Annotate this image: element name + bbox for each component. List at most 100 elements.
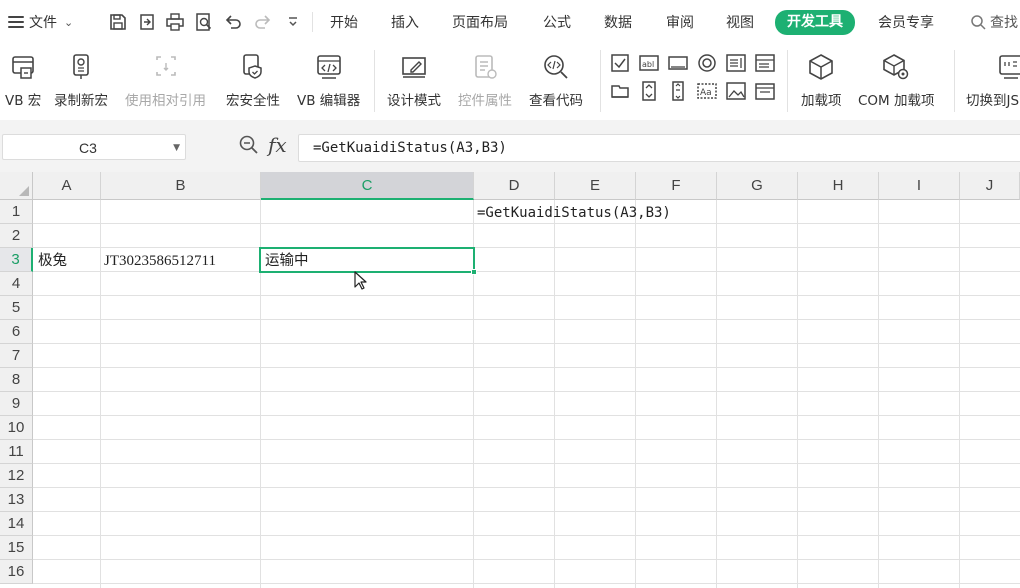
- caret-down-icon[interactable]: ▼: [173, 135, 180, 161]
- ribbon-divider: [374, 50, 375, 112]
- column-header-i[interactable]: I: [879, 172, 960, 200]
- gridline: [100, 200, 101, 588]
- column-header-c[interactable]: C: [261, 172, 474, 200]
- option-button-control-icon[interactable]: [696, 52, 718, 74]
- cell-d1[interactable]: =GetKuaidiStatus(A3,B3): [477, 201, 671, 225]
- print-icon[interactable]: [164, 11, 186, 33]
- com-addins-button[interactable]: COM 加载项: [858, 50, 935, 109]
- redo-icon[interactable]: [252, 11, 274, 33]
- row-header-12[interactable]: 12: [0, 464, 33, 488]
- tab-developer[interactable]: 开发工具: [775, 10, 855, 35]
- row-header-14[interactable]: 14: [0, 512, 33, 536]
- gridline: [33, 511, 1020, 512]
- tab-insert[interactable]: 插入: [391, 12, 419, 34]
- macro-security-button[interactable]: 宏安全性: [226, 50, 280, 109]
- spin-button-control-icon[interactable]: [638, 80, 660, 102]
- gridline: [959, 200, 960, 588]
- column-header-b[interactable]: B: [101, 172, 261, 200]
- macro-security-label: 宏安全性: [226, 93, 280, 109]
- search-box[interactable]: 查找: [970, 12, 1018, 32]
- switch-js-button[interactable]: 切换到JS: [966, 50, 1020, 109]
- row-header-13[interactable]: 13: [0, 488, 33, 512]
- tab-data[interactable]: 数据: [604, 12, 632, 34]
- vb-macro-button[interactable]: VB 宏: [5, 50, 41, 109]
- row-header-11[interactable]: 11: [0, 440, 33, 464]
- formula-input-value: =GetKuaidiStatus(A3,B3): [313, 140, 507, 156]
- file-menu[interactable]: 文件 ⌄: [8, 10, 73, 34]
- combobox-control-icon[interactable]: [754, 52, 776, 74]
- zoom-icon[interactable]: [238, 134, 260, 156]
- print-preview-icon[interactable]: [193, 11, 215, 33]
- cell-a3[interactable]: 极兔: [38, 249, 67, 273]
- vb-macro-icon: [6, 50, 40, 84]
- record-macro-button[interactable]: 录制新宏: [54, 50, 108, 109]
- gridline: [716, 200, 717, 588]
- row-header-16[interactable]: 16: [0, 560, 33, 584]
- column-header-d[interactable]: D: [474, 172, 555, 200]
- row-header-15[interactable]: 15: [0, 536, 33, 560]
- record-macro-icon: [64, 50, 98, 84]
- label-control-icon[interactable]: Aa: [696, 80, 718, 102]
- row-header-1[interactable]: 1: [0, 200, 33, 224]
- column-header-j[interactable]: J: [960, 172, 1020, 200]
- addins-button[interactable]: 加载项: [801, 50, 842, 109]
- tab-page-layout[interactable]: 页面布局: [452, 12, 508, 34]
- column-header-a[interactable]: A: [33, 172, 101, 200]
- tab-home[interactable]: 开始: [330, 12, 358, 34]
- fill-handle[interactable]: [471, 269, 477, 275]
- row-header-10[interactable]: 10: [0, 416, 33, 440]
- scrollbar-control-icon[interactable]: [667, 80, 689, 102]
- frame-control-icon[interactable]: [754, 80, 776, 102]
- row-header-5[interactable]: 5: [0, 296, 33, 320]
- gridline: [33, 463, 1020, 464]
- tab-view[interactable]: 视图: [726, 12, 754, 34]
- column-header-h[interactable]: H: [798, 172, 879, 200]
- save-icon[interactable]: [107, 11, 129, 33]
- customize-quick-access-icon[interactable]: [282, 11, 304, 33]
- toggle-button-control-icon[interactable]: [609, 80, 631, 102]
- vb-editor-button[interactable]: VB 编辑器: [297, 50, 360, 109]
- command-button-control-icon[interactable]: [667, 52, 689, 74]
- mouse-cursor-icon: [354, 271, 367, 290]
- design-mode-label: 设计模式: [387, 93, 441, 109]
- row-header-6[interactable]: 6: [0, 320, 33, 344]
- gridline: [33, 535, 1020, 536]
- column-header-g[interactable]: G: [717, 172, 798, 200]
- fx-icon[interactable]: fx: [268, 134, 287, 156]
- spreadsheet-grid[interactable]: A B C D E F G H I J 1 2 3 4 5 6 7 8 9 10…: [0, 172, 1020, 588]
- gridline: [33, 319, 1020, 320]
- gridline: [33, 415, 1020, 416]
- image-control-icon[interactable]: [725, 80, 747, 102]
- listbox-control-icon[interactable]: [725, 52, 747, 74]
- cell-b3[interactable]: JT3023586512711: [104, 249, 216, 273]
- column-header-f[interactable]: F: [636, 172, 717, 200]
- select-all-corner[interactable]: [0, 172, 33, 200]
- row-header-3[interactable]: 3: [0, 248, 33, 272]
- view-code-button[interactable]: 查看代码: [529, 50, 583, 109]
- switch-js-label: 切换到JS: [966, 93, 1020, 109]
- column-header-e[interactable]: E: [555, 172, 636, 200]
- checkbox-control-icon[interactable]: [609, 52, 631, 74]
- tab-member[interactable]: 会员专享: [878, 12, 934, 34]
- row-header-9[interactable]: 9: [0, 392, 33, 416]
- row-header-4[interactable]: 4: [0, 272, 33, 296]
- gridline: [33, 487, 1020, 488]
- relative-reference-button[interactable]: 使用相对引用: [125, 50, 206, 109]
- row-header-7[interactable]: 7: [0, 344, 33, 368]
- menu-bar: 文件 ⌄ 开始 插入 页面布局 公式 数据 审阅 视图 开发工具 会员专享 查找: [0, 0, 1020, 44]
- control-properties-button[interactable]: 控件属性: [458, 50, 512, 109]
- formula-input[interactable]: =GetKuaidiStatus(A3,B3): [298, 134, 1020, 162]
- name-box[interactable]: C3 ▼: [2, 134, 186, 160]
- record-macro-label: 录制新宏: [54, 93, 108, 109]
- row-header-8[interactable]: 8: [0, 368, 33, 392]
- chevron-down-icon: ⌄: [64, 15, 74, 29]
- row-header-2[interactable]: 2: [0, 224, 33, 248]
- export-icon[interactable]: [136, 11, 158, 33]
- tab-review[interactable]: 审阅: [666, 12, 694, 34]
- switch-js-icon: [994, 50, 1020, 84]
- textbox-control-icon[interactable]: abl: [638, 52, 660, 74]
- tab-formulas[interactable]: 公式: [543, 12, 571, 34]
- design-mode-button[interactable]: 设计模式: [387, 50, 441, 109]
- undo-icon[interactable]: [222, 11, 244, 33]
- addins-label: 加载项: [801, 93, 842, 109]
